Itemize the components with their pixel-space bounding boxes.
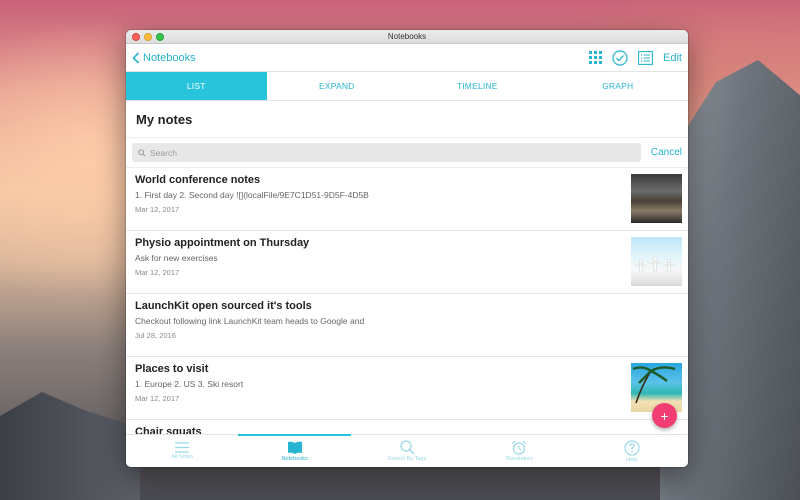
list-icon xyxy=(175,442,190,453)
note-date: Mar 12, 2017 xyxy=(135,205,180,214)
bottom-tab-bar: All Notes Notebooks Search By Tags Remin… xyxy=(126,434,688,467)
edit-button[interactable]: Edit xyxy=(663,52,682,64)
search-row: Cancel xyxy=(126,138,688,168)
search-icon xyxy=(138,148,146,157)
back-label: Notebooks xyxy=(143,51,196,64)
chevron-left-icon xyxy=(132,51,140,64)
tabbar-item-search-by-tags[interactable]: Search By Tags xyxy=(351,435,463,467)
window-title: Notebooks xyxy=(387,32,427,41)
search-box[interactable] xyxy=(132,143,641,162)
tabbar-item-reminders[interactable]: Reminders xyxy=(463,435,575,467)
notebook-title: My notes xyxy=(126,101,688,138)
search-input[interactable] xyxy=(150,147,350,158)
list-item[interactable]: World conference notes 1. First day 2. S… xyxy=(126,168,688,231)
cancel-button[interactable]: Cancel xyxy=(651,147,682,158)
title-bar[interactable]: Notebooks xyxy=(126,30,688,44)
tabbar-item-all-notes[interactable]: All Notes xyxy=(126,435,238,467)
add-note-button[interactable]: + xyxy=(652,403,677,428)
grid-icon[interactable] xyxy=(589,51,603,64)
note-date: Mar 12, 2017 xyxy=(135,394,180,403)
note-title: Places to visit xyxy=(135,363,209,375)
note-title: World conference notes xyxy=(135,174,261,186)
list-item[interactable]: Places to visit 1. Europe 2. US 3. Ski r… xyxy=(126,357,688,420)
search-icon xyxy=(399,440,415,455)
tab-timeline[interactable]: TIMELINE xyxy=(407,72,548,100)
list-item[interactable]: LaunchKit open sourced it's tools Checko… xyxy=(126,294,688,357)
list-view-icon[interactable] xyxy=(638,50,653,65)
window-controls xyxy=(132,33,164,41)
note-title: Physio appointment on Thursday xyxy=(135,237,310,249)
alarm-clock-icon xyxy=(512,440,527,455)
minimize-button[interactable] xyxy=(144,33,152,41)
back-button[interactable]: Notebooks xyxy=(132,52,196,64)
note-preview: Ask for new exercises xyxy=(135,253,218,263)
note-preview: Checkout following link LaunchKit team h… xyxy=(135,316,365,326)
note-thumbnail xyxy=(631,237,682,286)
view-tabs: LIST EXPAND TIMELINE GRAPH xyxy=(126,72,688,101)
list-item[interactable]: Physio appointment on Thursday Ask for n… xyxy=(126,231,688,294)
help-icon xyxy=(624,439,640,456)
close-button[interactable] xyxy=(132,33,140,41)
tabbar-label: Reminders xyxy=(506,456,533,462)
tabbar-item-help[interactable]: Help xyxy=(576,435,688,467)
note-title: LaunchKit open sourced it's tools xyxy=(135,300,312,312)
tabbar-label: Search By Tags xyxy=(387,456,427,462)
note-preview: 1. Europe 2. US 3. Ski resort xyxy=(135,379,244,389)
book-icon xyxy=(287,441,302,454)
tab-list[interactable]: LIST xyxy=(126,72,267,100)
note-date: Jul 28, 2016 xyxy=(135,331,176,340)
tab-expand[interactable]: EXPAND xyxy=(267,72,408,100)
yoga-photo-figures xyxy=(635,256,675,273)
tabbar-item-notebooks[interactable]: Notebooks xyxy=(238,434,352,467)
checkmark-circle-icon[interactable] xyxy=(612,49,628,66)
navigation-bar: Notebooks Edit xyxy=(126,44,688,72)
note-thumbnail xyxy=(631,174,682,223)
tabbar-label: Help xyxy=(626,456,638,463)
note-preview: 1. First day 2. Second day ![](localFile… xyxy=(135,190,369,200)
notes-list[interactable]: World conference notes 1. First day 2. S… xyxy=(126,168,688,436)
app-window: Notebooks Notebooks Edit LIST EXPAND TIM… xyxy=(126,30,688,467)
note-date: Mar 12, 2017 xyxy=(135,268,180,277)
tabbar-label: All Notes xyxy=(171,454,194,460)
tab-graph[interactable]: GRAPH xyxy=(548,72,689,100)
tabbar-label: Notebooks xyxy=(281,455,308,462)
zoom-button[interactable] xyxy=(156,33,164,41)
